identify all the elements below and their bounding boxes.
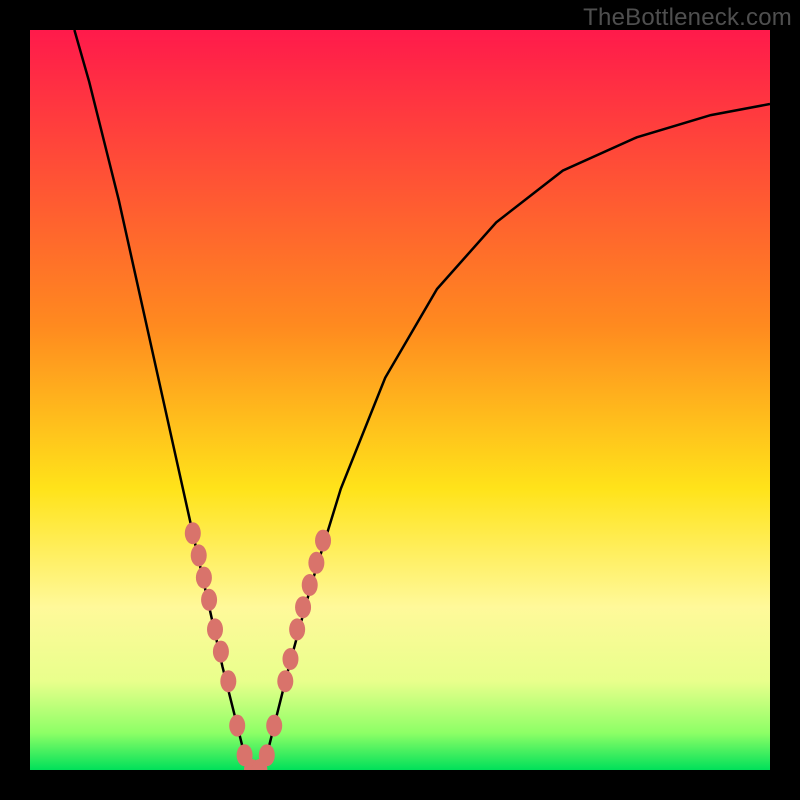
data-point xyxy=(229,715,245,737)
chart-svg xyxy=(30,30,770,770)
plot-area xyxy=(30,30,770,770)
data-point xyxy=(266,715,282,737)
data-point xyxy=(259,744,275,766)
watermark-text: TheBottleneck.com xyxy=(583,4,792,32)
data-point xyxy=(308,552,324,574)
chart-frame: TheBottleneck.com xyxy=(0,0,800,800)
data-point xyxy=(282,648,298,670)
data-point xyxy=(315,530,331,552)
data-point xyxy=(220,670,236,692)
data-point xyxy=(191,544,207,566)
data-point xyxy=(201,589,217,611)
data-point xyxy=(277,670,293,692)
data-point xyxy=(213,641,229,663)
data-point xyxy=(196,567,212,589)
data-point xyxy=(207,618,223,640)
data-point xyxy=(295,596,311,618)
gradient-background xyxy=(30,30,770,770)
data-point xyxy=(289,618,305,640)
data-point xyxy=(185,522,201,544)
data-point xyxy=(302,574,318,596)
